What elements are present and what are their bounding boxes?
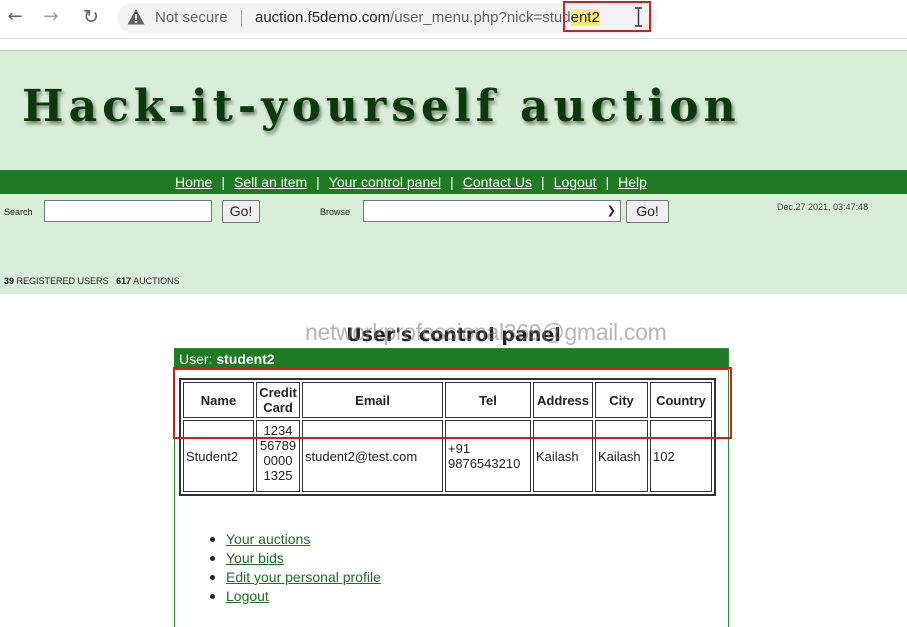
list-item: Edit your personal profile <box>210 568 381 587</box>
list-item: Logout <box>210 587 381 606</box>
user-prefix: User: <box>179 351 213 367</box>
text-cursor-icon <box>635 7 642 27</box>
warning-icon[interactable] <box>127 8 145 26</box>
menu-control-panel-link[interactable]: Your control panel <box>329 174 441 190</box>
url-text[interactable]: auction.f5demo.com/user_menu.php?nick=st… <box>255 9 600 26</box>
menu-home-link[interactable]: Home <box>175 174 212 190</box>
menu-sell-link[interactable]: Sell an item <box>234 174 307 190</box>
edit-profile-link[interactable]: Edit your personal profile <box>226 569 381 585</box>
auctions-label: AUCTIONS <box>133 276 180 286</box>
menu-separator: | <box>541 174 545 190</box>
search-label: Search <box>4 207 33 217</box>
menu-links: Home | Sell an item | Your control panel | Con… <box>175 174 647 190</box>
row-annotation-box <box>173 367 732 439</box>
your-bids-link[interactable]: Your bids <box>226 550 284 566</box>
menu-separator: | <box>221 174 225 190</box>
chrome-divider <box>0 38 907 39</box>
browse-go-button[interactable]: Go! <box>626 200 669 223</box>
browser-toolbar: ← → ↻ Not secure auction.f5demo.com/user… <box>0 0 907 38</box>
omnibox-divider <box>241 10 242 27</box>
menu-contact-link[interactable]: Contact Us <box>463 174 532 190</box>
control-panel-links: Your auctions Your bids Edit your person… <box>210 530 381 606</box>
search-go-button[interactable]: Go! <box>222 200 260 223</box>
users-label: REGISTERED USERS <box>16 276 109 286</box>
your-auctions-link[interactable]: Your auctions <box>226 531 310 547</box>
menu-separator: | <box>450 174 454 190</box>
url-path: /user_menu.php?nick= <box>390 9 543 26</box>
menu-separator: | <box>316 174 320 190</box>
site-stats: 39 REGISTERED USERS 617 AUCTIONS <box>4 276 180 286</box>
current-date: Dec.27 2021, 03:47:48 <box>777 202 869 212</box>
browse-label: Browse <box>320 207 351 217</box>
browse-select[interactable]: ❯ <box>363 200 621 222</box>
back-arrow-icon[interactable]: ← <box>4 6 26 28</box>
menu-logout-link[interactable]: Logout <box>554 174 597 190</box>
site-banner: Hack-it-yourself auction <box>0 50 907 170</box>
logout-link[interactable]: Logout <box>226 588 269 604</box>
user-name: student2 <box>216 351 275 367</box>
chevron-down-icon: ❯ <box>606 204 616 217</box>
auctions-count: 617 <box>116 276 132 286</box>
menu-separator: | <box>605 174 610 190</box>
email-watermark: networkprofessional369@gmail.com <box>305 319 667 345</box>
url-host: auction.f5demo.com <box>255 9 391 26</box>
main-menu: Home | Sell an item | Your control panel | Con… <box>0 170 907 194</box>
list-item: Your bids <box>210 549 381 568</box>
forward-arrow-icon[interactable]: → <box>40 6 62 28</box>
security-label[interactable]: Not secure <box>155 9 228 26</box>
list-item: Your auctions <box>210 530 381 549</box>
users-count: 39 <box>4 276 15 286</box>
menu-help-link[interactable]: Help <box>618 174 647 190</box>
reload-icon[interactable]: ↻ <box>80 6 102 28</box>
search-toolbar: Search Go! Browse ❯ Go! Dec.27 2021, 03:… <box>0 194 907 294</box>
site-logo: Hack-it-yourself auction <box>22 81 741 132</box>
search-input[interactable] <box>44 200 212 222</box>
